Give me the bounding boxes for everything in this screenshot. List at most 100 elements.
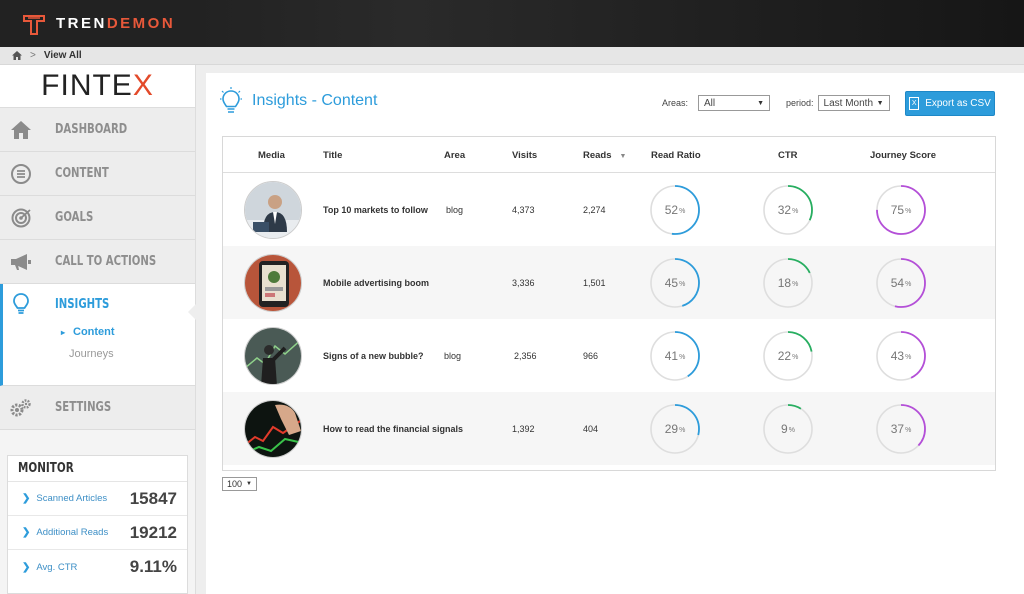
brand-text: FINTE: [41, 69, 133, 102]
col-journey-score[interactable]: Journey Score: [870, 150, 936, 161]
gauge-number: 29: [664, 422, 679, 436]
gauge-value: 32%: [762, 184, 814, 236]
ctr-gauge: 9%: [762, 403, 814, 455]
list-icon: [9, 162, 33, 186]
areas-select[interactable]: All ▼: [698, 95, 771, 111]
col-reads[interactable]: Reads ▼: [583, 150, 626, 161]
sidebar-subitem-journeys[interactable]: Journeys: [69, 348, 114, 360]
row-title[interactable]: Signs of a new bubble?: [323, 351, 424, 361]
logo-text-demon: DEMON: [106, 15, 176, 32]
row-visits: 2,356: [514, 350, 537, 361]
row-title[interactable]: Mobile advertising boom: [323, 278, 429, 288]
content-table: Media Title Area Visits Reads ▼ Read Rati…: [222, 136, 996, 471]
gauge-value: 54%: [875, 257, 927, 309]
logo-text: TREN DEMON: [56, 15, 175, 32]
period-label: period:: [786, 98, 814, 108]
breadcrumb-separator: >: [30, 50, 36, 61]
areas-label: Areas:: [662, 98, 689, 108]
period-select[interactable]: Last Month ▼: [817, 95, 890, 111]
media-thumbnail[interactable]: [244, 327, 302, 385]
caret-down-icon: ▼: [757, 99, 765, 107]
sidebar-item-goals[interactable]: GOALS: [0, 196, 195, 240]
home-icon[interactable]: [12, 51, 22, 60]
gauge-number: 9: [781, 422, 788, 436]
sidebar-item-insights[interactable]: INSIGHTS ▸ Content Journeys: [0, 284, 196, 386]
gauge-number: 41: [664, 349, 679, 363]
gauge-value: 41%: [649, 330, 701, 382]
read-ratio-gauge: 41%: [649, 330, 701, 382]
col-ctr[interactable]: CTR: [778, 150, 798, 161]
sidebar-item-settings[interactable]: SETTINGS: [0, 386, 195, 430]
col-title[interactable]: Title: [323, 150, 342, 161]
sidebar-item-call-to-actions[interactable]: CALL TO ACTIONS: [0, 240, 195, 284]
monitor-row-additional-reads[interactable]: ❯ Additional Reads 19212: [8, 516, 187, 550]
gauge-value: 75%: [875, 184, 927, 236]
row-title[interactable]: Top 10 markets to follow: [323, 205, 428, 215]
table-row[interactable]: How to read the financial signals 1,392 …: [223, 392, 995, 465]
trendemon-logo-icon: [23, 14, 45, 35]
gauge-number: 75: [890, 203, 905, 217]
journey-score-gauge: 43%: [875, 330, 927, 382]
journey-score-gauge: 54%: [875, 257, 927, 309]
lightbulb-icon: [220, 87, 242, 113]
col-area[interactable]: Area: [444, 150, 465, 161]
sidebar-item-dashboard[interactable]: DASHBOARD: [0, 108, 195, 152]
monitor-title: MONITOR: [8, 456, 187, 482]
sidebar: FINTE X DASHBOARD CONTENT GOALS CALL TO A…: [0, 65, 196, 594]
gauge-value: 52%: [649, 184, 701, 236]
period-select-value: Last Month: [823, 97, 874, 109]
gauge-percent: %: [792, 208, 799, 215]
monitor-row-avg-ctr[interactable]: ❯ Avg. CTR 9.11%: [8, 550, 187, 584]
media-thumbnail[interactable]: [244, 254, 302, 312]
chevron-right-icon: ❯: [22, 527, 31, 538]
row-reads: 404: [583, 423, 599, 434]
sidebar-subitem-content[interactable]: ▸ Content: [61, 326, 115, 338]
col-visits[interactable]: Visits: [512, 150, 537, 161]
row-title[interactable]: How to read the financial signals: [323, 424, 463, 434]
read-ratio-gauge: 45%: [649, 257, 701, 309]
home-icon: [9, 118, 33, 142]
sidebar-subitem-label: Content: [73, 326, 115, 338]
sidebar-item-label: CALL TO ACTIONS: [55, 254, 157, 269]
gauge-value: 29%: [649, 403, 701, 455]
breadcrumb-view-all[interactable]: View All: [44, 50, 82, 61]
page-size-select[interactable]: 100 ▼: [222, 477, 257, 491]
brand-logo[interactable]: FINTE X: [0, 65, 195, 108]
monitor-row-scanned-articles[interactable]: ❯ Scanned Articles 15847: [8, 482, 187, 516]
logo-text-tren: TREN: [56, 15, 107, 32]
caret-down-icon: ▼: [246, 481, 252, 487]
trendemon-logo[interactable]: TREN DEMON: [0, 0, 197, 47]
ctr-gauge: 22%: [762, 330, 814, 382]
table-row[interactable]: Top 10 markets to follow blog 4,373 2,27…: [223, 173, 995, 246]
table-row[interactable]: Signs of a new bubble? blog 2,356 966 41…: [223, 319, 995, 392]
col-media: Media: [258, 150, 285, 161]
monitor-label: Scanned Articles: [36, 493, 108, 504]
gauge-value: 18%: [762, 257, 814, 309]
target-icon: [9, 206, 33, 230]
sidebar-item-content[interactable]: CONTENT: [0, 152, 195, 196]
row-area: blog: [444, 350, 462, 361]
monitor-value: 9.11%: [129, 557, 177, 576]
gauge-number: 22: [777, 349, 792, 363]
gauge-percent: %: [792, 354, 799, 361]
sort-desc-icon: ▼: [619, 153, 627, 160]
ctr-gauge: 18%: [762, 257, 814, 309]
media-thumbnail[interactable]: [244, 181, 302, 239]
main-panel: Insights - Content Areas: All ▼ period: …: [206, 73, 1024, 594]
brand-x: X: [132, 69, 154, 102]
export-csv-button[interactable]: X Export as CSV: [905, 91, 995, 116]
read-ratio-gauge: 29%: [649, 403, 701, 455]
megaphone-icon: [9, 250, 33, 274]
col-reads-label: Reads: [583, 150, 612, 161]
table-row[interactable]: Mobile advertising boom 3,336 1,501 45% …: [223, 246, 995, 319]
sidebar-item-label: GOALS: [55, 210, 94, 225]
chevron-right-icon: ❯: [22, 493, 31, 504]
gauge-number: 52: [664, 203, 679, 217]
gauge-value: 45%: [649, 257, 701, 309]
row-reads: 966: [583, 350, 599, 361]
gauge-value: 37%: [875, 403, 927, 455]
gauge-percent: %: [905, 354, 912, 361]
col-read-ratio[interactable]: Read Ratio: [651, 150, 701, 161]
monitor-value: 15847: [129, 488, 177, 508]
media-thumbnail[interactable]: [244, 400, 302, 458]
